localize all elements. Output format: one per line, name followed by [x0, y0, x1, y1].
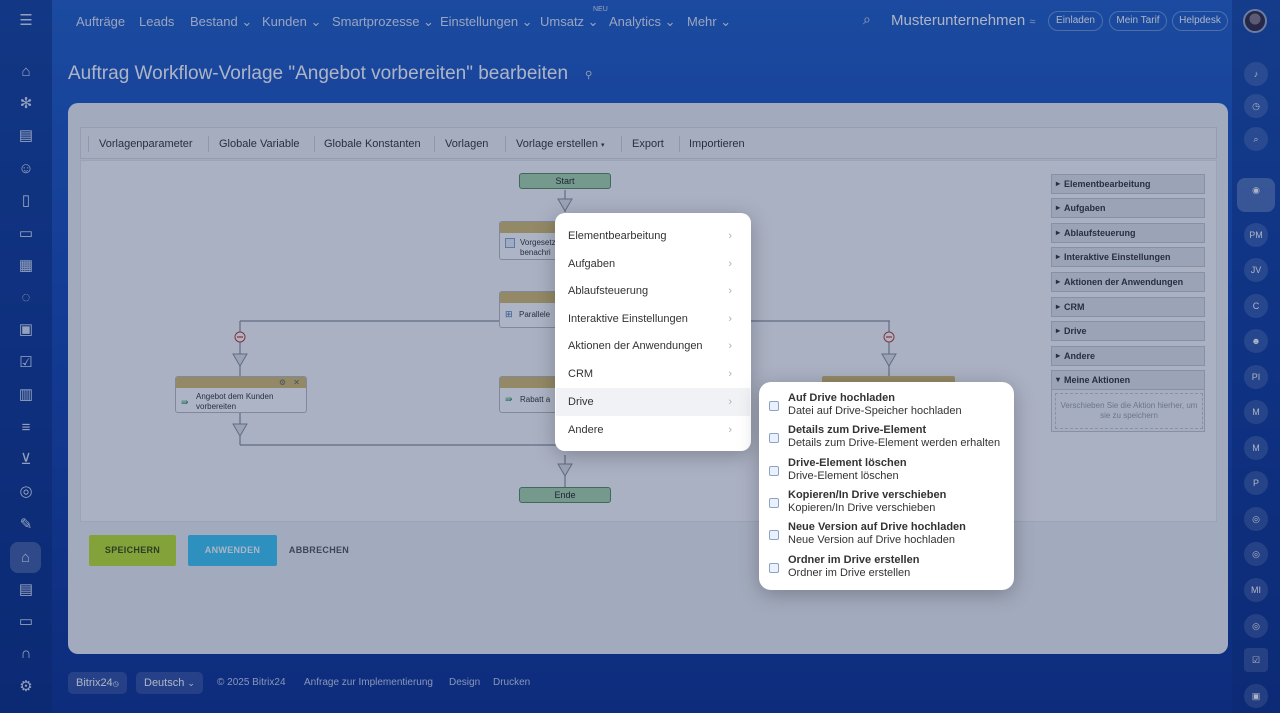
node-header [176, 377, 306, 388]
menu-item-aufgaben[interactable]: Aufgaben › [556, 250, 750, 278]
menu-item-crm[interactable]: CRM › [556, 360, 750, 388]
node-icon [505, 238, 515, 248]
submenu-item-title: Ordner im Drive erstellen [788, 554, 920, 566]
submenu-item-title: Details zum Drive-Element [788, 424, 927, 436]
submenu-item-copy-move[interactable]: Kopieren/In Drive verschieben Kopieren/In… [769, 489, 1009, 519]
submenu-item-desc: Details zum Drive-Element werden erhalte… [788, 437, 1001, 449]
group-aufgaben[interactable]: Aufgaben [1051, 198, 1205, 218]
submenu-item-new-version[interactable]: Neue Version auf Drive hochladen Neue Ver… [769, 521, 1009, 551]
submenu-item-desc: Neue Version auf Drive hochladen [788, 534, 955, 546]
menu-item-label: Interaktive Einstellungen [568, 313, 688, 325]
bitrix-brand-button[interactable]: Bitrix24◷ [68, 672, 127, 694]
workflow-end[interactable]: Ende [519, 487, 611, 503]
workflow-node-notify[interactable]: Vorgesetz benachri [499, 221, 559, 260]
chevron-right-icon: › [728, 285, 732, 297]
group-drive[interactable]: Drive [1051, 321, 1205, 341]
action-icon: ⇛ [505, 394, 513, 404]
footer-link-design[interactable]: Design [449, 677, 480, 688]
drop-zone[interactable]: Verschieben Sie die Aktion hierher, um s… [1055, 393, 1203, 429]
group-aktionen-anwendungen[interactable]: Aktionen der Anwendungen [1051, 272, 1205, 292]
node-label: Angebot dem Kunden vorbereiten [196, 392, 274, 411]
submenu-item-desc: Kopieren/In Drive verschieben [788, 502, 936, 514]
workflow-start[interactable]: Start [519, 173, 611, 189]
action-icon [769, 433, 779, 443]
chevron-right-icon: › [728, 230, 732, 242]
parallel-icon: ⊞ [505, 309, 513, 319]
chevron-down-icon: ⌄ [187, 678, 195, 688]
action-icon [769, 563, 779, 573]
submenu-item-title: Drive-Element löschen [788, 457, 907, 469]
submenu-item-title: Kopieren/In Drive verschieben [788, 489, 947, 501]
action-icon [769, 466, 779, 476]
group-meine-aktionen[interactable]: Meine Aktionen [1051, 370, 1205, 390]
drive-submenu: Auf Drive hochladen Datei auf Drive-Speic… [759, 382, 1014, 590]
node-header [500, 377, 558, 388]
chevron-right-icon: › [728, 340, 732, 352]
language-select[interactable]: Deutsch ⌄ [136, 672, 203, 694]
workflow-node-offer[interactable]: ⚙ ✕ ⇛ Angebot dem Kunden vorbereiten [175, 376, 307, 413]
action-icon: ⇛ [181, 397, 189, 407]
workflow-node-parallel[interactable]: ⊞ Parallele [499, 291, 559, 328]
submenu-item-upload[interactable]: Auf Drive hochladen Datei auf Drive-Speic… [769, 392, 1009, 422]
node-label: Vorgesetz benachri [520, 238, 556, 257]
action-icon [769, 401, 779, 411]
menu-item-label: Aktionen der Anwendungen [568, 340, 703, 352]
footer-link-print[interactable]: Drucken [493, 677, 530, 688]
menu-item-label: Ablaufsteuerung [568, 285, 649, 297]
submenu-item-delete[interactable]: Drive-Element löschen Drive-Element lösch… [769, 457, 1009, 487]
node-header [500, 292, 558, 303]
menu-item-ablaufsteuerung[interactable]: Ablaufsteuerung › [556, 277, 750, 305]
node-label: Parallele [519, 310, 551, 319]
brand-label: Bitrix24 [76, 677, 113, 689]
language-label: Deutsch [144, 677, 185, 689]
group-ablaufsteuerung[interactable]: Ablaufsteuerung [1051, 223, 1205, 243]
menu-item-drive[interactable]: Drive › [556, 388, 750, 416]
copyright: © 2025 Bitrix24 [217, 677, 286, 688]
clock-icon: ◷ [112, 681, 119, 688]
workflow-node-discount[interactable]: ⇛ Rabatt a [499, 376, 559, 413]
close-icon[interactable]: ✕ [293, 378, 300, 387]
menu-item-label: Aufgaben [568, 258, 616, 270]
menu-item-aktionen-anwendungen[interactable]: Aktionen der Anwendungen › [556, 332, 750, 360]
cancel-button[interactable]: ABBRECHEN [281, 535, 357, 566]
menu-item-label: CRM [568, 368, 594, 380]
group-andere[interactable]: Andere [1051, 346, 1205, 366]
action-category-menu: Elementbearbeitung › Aufgaben › Ablaufsteu… [555, 213, 751, 451]
chevron-right-icon: › [728, 368, 732, 380]
submenu-item-title: Neue Version auf Drive hochladen [788, 521, 966, 533]
submenu-item-desc: Datei auf Drive-Speicher hochladen [788, 405, 962, 417]
submenu-item-create-folder[interactable]: Ordner im Drive erstellen Ordner im Drive… [769, 554, 1009, 584]
node-label: Rabatt a [520, 395, 551, 404]
save-button[interactable]: SPEICHERN [89, 535, 176, 566]
submenu-item-desc: Drive-Element löschen [788, 470, 899, 482]
action-icon [769, 530, 779, 540]
chevron-right-icon: › [728, 313, 732, 325]
chevron-right-icon: › [728, 424, 732, 436]
menu-item-elementbearbeitung[interactable]: Elementbearbeitung › [556, 222, 750, 250]
submenu-item-details[interactable]: Details zum Drive-Element Details zum Dri… [769, 424, 1009, 454]
group-elementbearbeitung[interactable]: Elementbearbeitung [1051, 174, 1205, 194]
submenu-item-desc: Ordner im Drive erstellen [788, 567, 911, 579]
menu-item-label: Elementbearbeitung [568, 230, 667, 242]
chevron-right-icon: › [728, 258, 732, 270]
menu-item-label: Drive [568, 396, 594, 408]
menu-item-label: Andere [568, 424, 604, 436]
gear-icon[interactable]: ⚙ [279, 378, 286, 387]
submenu-item-title: Auf Drive hochladen [788, 392, 895, 404]
group-crm[interactable]: CRM [1051, 297, 1205, 317]
apply-button[interactable]: ANWENDEN [188, 535, 277, 566]
action-icon [769, 498, 779, 508]
chevron-right-icon: › [728, 396, 732, 408]
node-header [500, 222, 558, 233]
menu-item-andere[interactable]: Andere › [556, 416, 750, 444]
menu-item-interaktive-einstellungen[interactable]: Interaktive Einstellungen › [556, 305, 750, 333]
footer-link-implementation[interactable]: Anfrage zur Implementierung [304, 677, 433, 688]
group-interaktive-einstellungen[interactable]: Interaktive Einstellungen [1051, 247, 1205, 267]
